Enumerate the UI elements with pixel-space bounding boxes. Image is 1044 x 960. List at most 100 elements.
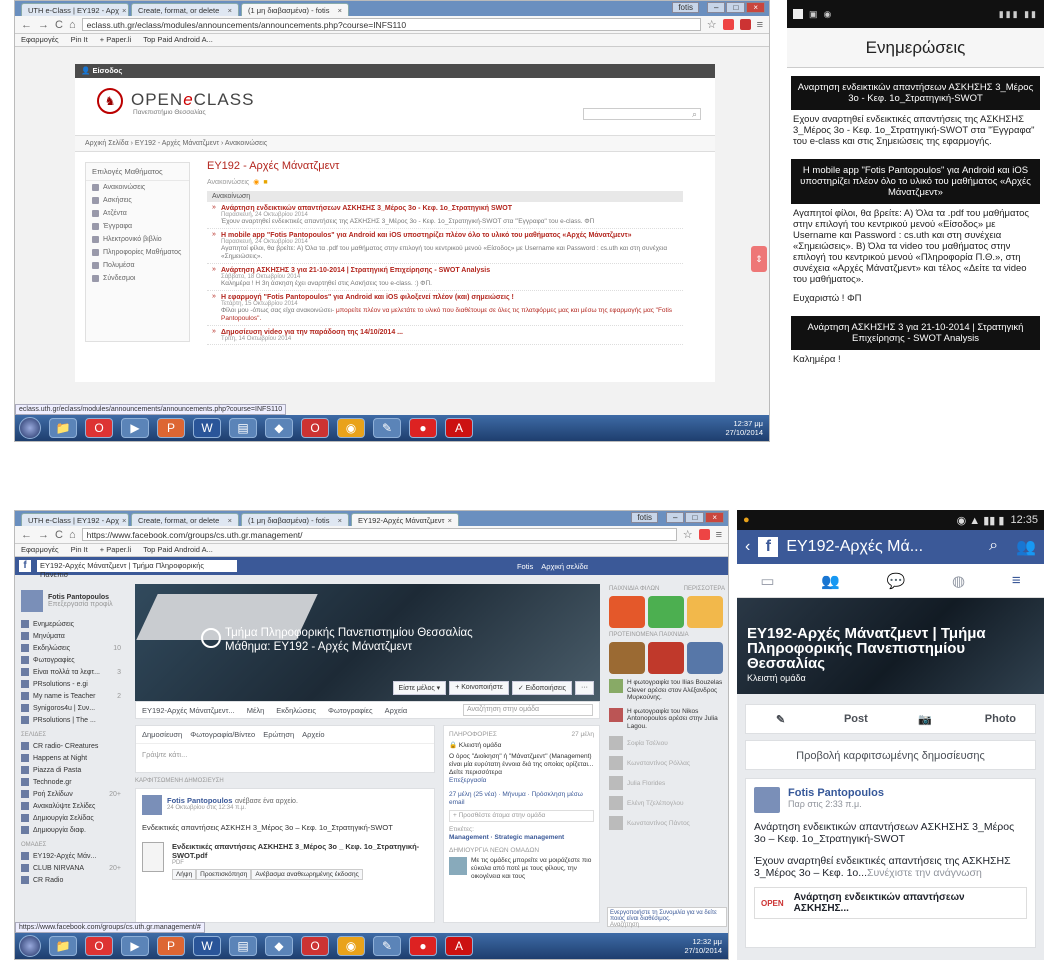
profile-block[interactable]: Fotis Pantopoulos Επεξεργασία προφίλ <box>15 584 127 618</box>
browser-tab[interactable]: (1 μη διαβασμένα) - fotis × <box>241 513 349 526</box>
tab-events[interactable]: Εκδηλώσεις <box>276 706 316 715</box>
close-icon[interactable]: × <box>338 6 342 15</box>
back-icon[interactable]: ← <box>21 529 32 541</box>
explorer-icon[interactable]: 📁 <box>49 418 77 438</box>
ticker-item[interactable]: Η φωτογραφία του Ilias Bouzelas Clever α… <box>607 676 727 705</box>
tab-photos[interactable]: Φωτογραφίες <box>328 706 373 715</box>
sidebar-item-agenda[interactable]: Ατζέντα <box>86 207 189 220</box>
chat-friend[interactable]: Κωνσταντίνος Ρόλλας <box>607 753 727 773</box>
powerpoint-icon[interactable]: P <box>157 936 185 956</box>
home-icon[interactable]: ⌂ <box>69 19 76 31</box>
explorer-icon[interactable]: 📁 <box>49 936 77 956</box>
download-button[interactable]: Λήψη <box>171 869 197 880</box>
openeclass-logo[interactable]: OPENeCLASS <box>131 90 254 110</box>
start-button[interactable] <box>19 935 41 957</box>
post-time[interactable]: 24 Οκτωβρίου στις 12:34 π.μ. <box>167 805 298 811</box>
extension-icon[interactable] <box>722 19 734 30</box>
menu-icon[interactable]: ≡ <box>716 529 722 541</box>
profile-label[interactable]: fotis <box>672 2 699 13</box>
chrome-icon[interactable]: ◉ <box>337 936 365 956</box>
sidebar-item[interactable]: Happens at Night <box>15 752 127 764</box>
back-icon[interactable]: ← <box>21 19 32 31</box>
browser-tab[interactable]: ΕΥ192-Αρχές Μάνατζμεντ × <box>351 513 459 526</box>
edit-link[interactable]: Επεξεργασία <box>449 777 594 785</box>
messages-icon[interactable]: 💬 <box>887 572 906 590</box>
composer-question-tab[interactable]: Ερώτηση <box>263 730 294 739</box>
pinned-post-link[interactable]: Προβολή καρφιτσωμένης δημοσίευσης <box>745 740 1036 770</box>
home-icon[interactable]: ⌂ <box>69 529 76 541</box>
start-button[interactable] <box>19 417 41 439</box>
maximize-icon[interactable]: □ <box>685 512 705 523</box>
sidebar-item[interactable]: Piazza di Pasta <box>15 764 127 776</box>
sidebar-item-exercises[interactable]: Ασκήσεις <box>86 194 189 207</box>
sidebar-item[interactable]: Δημιουργία διαφ. <box>15 824 127 836</box>
minimize-icon[interactable]: – <box>707 2 726 13</box>
extension-icon[interactable] <box>739 19 751 30</box>
search-icon[interactable]: ⌕ <box>989 537 998 557</box>
browser-tab[interactable]: UTH e-Class | ΕΥ192 - Αρχ × <box>21 513 129 526</box>
composer-input[interactable]: Γράψτε κάτι... <box>136 744 434 765</box>
profile-label[interactable]: fotis <box>631 512 658 523</box>
minimize-icon[interactable]: – <box>666 512 685 523</box>
paint-icon[interactable]: ✎ <box>373 936 401 956</box>
clock[interactable]: 12:37 μμ 27/10/2014 <box>725 419 769 437</box>
pdf-icon[interactable]: A <box>445 936 473 956</box>
sidebar-item-course-info[interactable]: Πληροφορίες Μαθήματος <box>86 246 189 259</box>
announcement-header[interactable]: Ανάρτηση ΑΣΚΗΣΗΣ 3 για 21-10-2014 | Στρα… <box>791 316 1040 350</box>
author-link[interactable]: Fotis Pantopoulos <box>167 796 232 805</box>
feed-icon[interactable]: ▭ <box>760 572 774 590</box>
bookmark[interactable]: Εφαρμογές <box>21 545 59 555</box>
star-icon[interactable]: ☆ <box>683 528 693 541</box>
list-item[interactable]: Η εφαρμογή "Fotis Pantopoulos" για Andro… <box>207 291 683 326</box>
announcements-link[interactable]: Ανακοινώσεις ◉ ■ <box>207 178 683 187</box>
tab-discussion[interactable]: ΕΥ192-Αρχές Μάνατζμεντ... <box>142 706 235 715</box>
media-icon[interactable]: ▶ <box>121 936 149 956</box>
tab-members[interactable]: Μέλη <box>247 706 265 715</box>
continue-reading-link[interactable]: Συνέχιστε την ανάγνωση <box>867 867 982 879</box>
avatar[interactable] <box>142 795 162 815</box>
sidebar-item[interactable]: Technode.gr <box>15 776 127 788</box>
close-icon[interactable]: × <box>746 2 765 13</box>
sidebar-item[interactable]: CLUB NIRVANA 20+ <box>15 862 127 874</box>
menu-icon[interactable]: ≡ <box>757 19 763 31</box>
office-icon[interactable]: O <box>85 936 113 956</box>
chat-box[interactable]: Ενεργοποιήστε τη Συνομιλία για να δείτε … <box>607 907 727 928</box>
word-icon[interactable]: W <box>193 936 221 956</box>
media-icon[interactable]: ▶ <box>121 418 149 438</box>
search-input[interactable]: ⌕ <box>583 108 701 120</box>
add-people-input[interactable]: + Προσθέστε άτομα στην ομάδα <box>449 810 594 822</box>
announcement-header[interactable]: Αναρτηση ενδεικτικών απαντήσεων ΑΣΚΗΣΗΣ … <box>791 76 1040 110</box>
chat-friend[interactable]: Κωνσταντίνος Πάντος <box>607 813 727 833</box>
sidebar-item[interactable]: PRsolutions - e.gi <box>15 678 127 690</box>
menu-icon[interactable]: ≡ <box>1012 572 1021 589</box>
browser-tab[interactable]: Create, format, or delete × <box>131 3 239 16</box>
list-item[interactable]: Ανάρτηση ενδεικτικών απαντήσεων ΑΣΚΗΣΗΣ … <box>207 202 683 229</box>
game-icon[interactable] <box>609 596 645 628</box>
reload-icon[interactable]: C <box>55 19 63 31</box>
sidebar-item[interactable]: My name is Teacher 2 <box>15 690 127 702</box>
clock[interactable]: 12:32 μμ 27/10/2014 <box>684 937 728 955</box>
bookmark[interactable]: Pin It <box>71 35 88 45</box>
sidebar-item[interactable]: Φωτογραφίες <box>15 654 127 666</box>
friend-requests-icon[interactable]: 👥 <box>821 572 840 590</box>
facebook-logo-icon[interactable]: f <box>19 560 31 572</box>
close-icon[interactable]: × <box>228 6 232 15</box>
back-icon[interactable]: ‹ <box>745 538 750 556</box>
game-icon[interactable] <box>687 596 723 628</box>
bookmark[interactable]: Εφαρμογές <box>21 35 59 45</box>
sidebar-item[interactable]: CR radio- CReatures <box>15 740 127 752</box>
attachment[interactable]: Ενδεικτικές απαντήσεις ΑΣΚΗΣΗΣ 3_Μέρος 3… <box>142 842 428 880</box>
chrome-icon[interactable]: ◉ <box>337 418 365 438</box>
composer-post-tab[interactable]: Δημοσίευση <box>142 730 182 739</box>
sidebar-item[interactable]: PRsolutions | The ... <box>15 714 127 726</box>
sidebar-item[interactable]: ΕΥ192-Αρχές Μάν... <box>15 850 127 862</box>
sidebar-item[interactable]: Ροή Σελίδων 20+ <box>15 788 127 800</box>
sidebar-item-links[interactable]: Σύνδεσμοι <box>86 272 189 285</box>
tab-files[interactable]: Αρχεία <box>385 706 408 715</box>
profile-link[interactable]: Fotis <box>517 562 533 571</box>
group-search-input[interactable]: Αναζήτηση στην ομάδα <box>463 704 593 716</box>
chart-app-icon[interactable]: ▤ <box>229 418 257 438</box>
share-button[interactable]: + Κοινοποιήστε <box>449 681 509 695</box>
list-item[interactable]: Δημοσίευση video για την παράδοση της 14… <box>207 326 683 345</box>
preview-button[interactable]: Προεπισκόπηση <box>196 869 252 880</box>
